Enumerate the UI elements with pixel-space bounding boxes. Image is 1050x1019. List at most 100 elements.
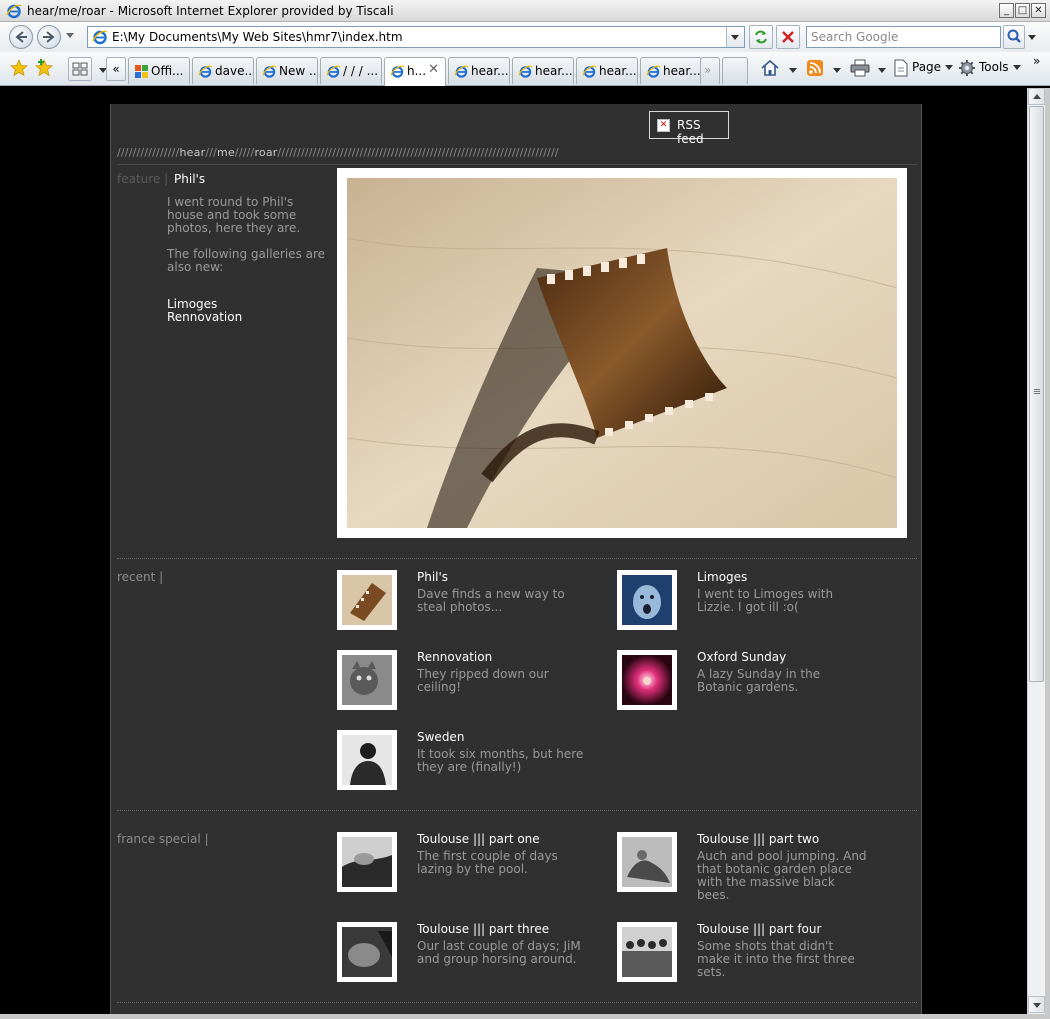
- header-divider: [117, 164, 917, 165]
- recent-title-limoges[interactable]: Limoges: [697, 570, 747, 584]
- refresh-button[interactable]: [749, 25, 773, 49]
- feature-link-rennovation[interactable]: Rennovation: [167, 311, 242, 324]
- address-text[interactable]: E:\My Documents\My Web Sites\hmr7\index.…: [112, 30, 403, 44]
- internet-explorer-icon: [390, 65, 405, 78]
- section-divider-recent: [117, 558, 917, 559]
- history-dropdown-icon[interactable]: [66, 33, 74, 38]
- internet-explorer-icon: [262, 65, 277, 78]
- search-input[interactable]: Search Google: [806, 26, 1001, 48]
- recent-desc-limoges: I went to Limoges with Lizzie. I got ill…: [697, 587, 834, 614]
- tab-4[interactable]: / / / ...: [320, 57, 382, 84]
- internet-explorer-icon: [518, 65, 533, 78]
- gear-icon: [959, 60, 975, 76]
- feature-photo[interactable]: [337, 168, 907, 538]
- film-strip-photo: [347, 178, 897, 528]
- france-section-label: france special |: [117, 832, 209, 846]
- internet-explorer-icon: [326, 65, 341, 78]
- thumbnail-phils[interactable]: [337, 570, 397, 630]
- thumbnail-rennovation[interactable]: [337, 650, 397, 710]
- tab-7[interactable]: hear...: [512, 57, 574, 84]
- tab-5-active[interactable]: h... ✕: [384, 57, 446, 86]
- address-dropdown-button[interactable]: [726, 27, 744, 47]
- rss-feed-link[interactable]: ✕ RSS feed: [649, 111, 729, 146]
- search-options-dropdown-icon[interactable]: [1028, 35, 1036, 40]
- print-icon[interactable]: [850, 59, 870, 77]
- tab-9[interactable]: hear...: [640, 57, 702, 84]
- back-arrow-icon: [15, 31, 27, 43]
- up-arrow-icon: [1033, 94, 1041, 99]
- recent-desc-rennovation: They ripped down our ceiling!: [417, 667, 549, 694]
- forward-button[interactable]: [37, 25, 61, 49]
- thumbnail-limoges[interactable]: [617, 570, 677, 630]
- internet-explorer-icon: [454, 65, 469, 78]
- site-header: ////////////////hear///me/////roar//////…: [117, 146, 559, 159]
- thumbnail-oxford-sunday[interactable]: [617, 650, 677, 710]
- scroll-down-button[interactable]: [1028, 996, 1045, 1013]
- internet-explorer-icon: [646, 65, 661, 78]
- window-frame-bottom: [0, 1014, 1050, 1019]
- favorites-star-icon[interactable]: [10, 59, 28, 77]
- close-window-button[interactable]: ✕: [1031, 3, 1046, 18]
- tab-3[interactable]: New ...: [256, 57, 318, 84]
- tab-8[interactable]: hear...: [576, 57, 638, 84]
- thumbnail-toulouse-part-three[interactable]: [337, 922, 397, 982]
- new-tab-button[interactable]: [722, 57, 748, 84]
- recent-title-phils[interactable]: Phil's: [417, 570, 448, 584]
- france-title-part-four[interactable]: Toulouse ||| part four: [697, 922, 821, 936]
- tab-1[interactable]: Offi...: [128, 57, 190, 84]
- thumbnail-toulouse-part-two[interactable]: [617, 832, 677, 892]
- page-menu-button[interactable]: Page: [912, 60, 954, 74]
- page-icon: [92, 30, 108, 45]
- print-dropdown-icon[interactable]: [874, 63, 886, 77]
- france-title-part-one[interactable]: Toulouse ||| part one: [417, 832, 540, 846]
- office-icon: [135, 65, 148, 78]
- vertical-scrollbar[interactable]: [1027, 88, 1045, 1014]
- recent-title-oxford-sunday[interactable]: Oxford Sunday: [697, 650, 786, 664]
- home-icon[interactable]: [760, 59, 780, 77]
- site-link-me[interactable]: me: [217, 146, 235, 159]
- france-desc-part-three: Our last couple of days; JiM and group h…: [417, 939, 581, 966]
- maximize-button[interactable]: □: [1015, 3, 1030, 18]
- broken-image-icon: ✕: [657, 119, 670, 132]
- scroll-tabs-right-button[interactable]: »: [700, 57, 720, 84]
- thumbnail-toulouse-part-one[interactable]: [337, 832, 397, 892]
- rss-feeds-icon[interactable]: [807, 60, 823, 76]
- window-frame-right: [1045, 88, 1050, 1019]
- back-button[interactable]: [9, 25, 33, 49]
- scroll-up-button[interactable]: [1028, 88, 1045, 105]
- site-link-hear[interactable]: hear: [180, 146, 206, 159]
- address-bar[interactable]: E:\My Documents\My Web Sites\hmr7\index.…: [87, 26, 745, 48]
- tools-menu-button[interactable]: Tools: [979, 60, 1021, 74]
- feeds-dropdown-icon[interactable]: [829, 63, 841, 77]
- toolbar-overflow-chevron[interactable]: »: [1033, 54, 1040, 68]
- quick-tabs-button[interactable]: [68, 57, 92, 81]
- thumbnail-toulouse-part-four[interactable]: [617, 922, 677, 982]
- france-title-part-three[interactable]: Toulouse ||| part three: [417, 922, 549, 936]
- search-button[interactable]: [1003, 25, 1025, 49]
- feature-section-label: feature | Phil's: [117, 172, 206, 186]
- thumbnail-sweden[interactable]: [337, 730, 397, 790]
- page-menu-icon: [894, 59, 908, 77]
- feature-title[interactable]: Phil's: [174, 172, 205, 186]
- refresh-icon: [755, 30, 767, 44]
- close-tab-icon[interactable]: ✕: [428, 62, 439, 77]
- stop-button[interactable]: [776, 25, 800, 49]
- minimize-button[interactable]: _: [999, 3, 1014, 18]
- scrollbar-thumb[interactable]: [1029, 106, 1044, 682]
- recent-title-sweden[interactable]: Sweden: [417, 730, 464, 744]
- france-title-part-two[interactable]: Toulouse ||| part two: [697, 832, 819, 846]
- stop-icon: [782, 31, 794, 43]
- forward-arrow-icon: [43, 31, 55, 43]
- france-desc-part-one: The first couple of days lazing by the p…: [417, 849, 558, 876]
- scroll-tabs-left-button[interactable]: «: [106, 57, 126, 81]
- page-viewport: ✕ RSS feed ////////////////hear///me////…: [5, 88, 1027, 1014]
- internet-explorer-icon: [6, 4, 22, 19]
- tab-2[interactable]: dave...: [192, 57, 254, 84]
- tab-6[interactable]: hear...: [448, 57, 510, 84]
- france-desc-part-two: Auch and pool jumping. And that botanic …: [697, 849, 867, 902]
- recent-title-rennovation[interactable]: Rennovation: [417, 650, 492, 664]
- add-favorite-icon[interactable]: [35, 59, 53, 77]
- home-dropdown-icon[interactable]: [785, 63, 797, 77]
- recent-desc-sweden: It took six months, but here they are (f…: [417, 747, 584, 774]
- site-link-roar[interactable]: roar: [254, 146, 277, 159]
